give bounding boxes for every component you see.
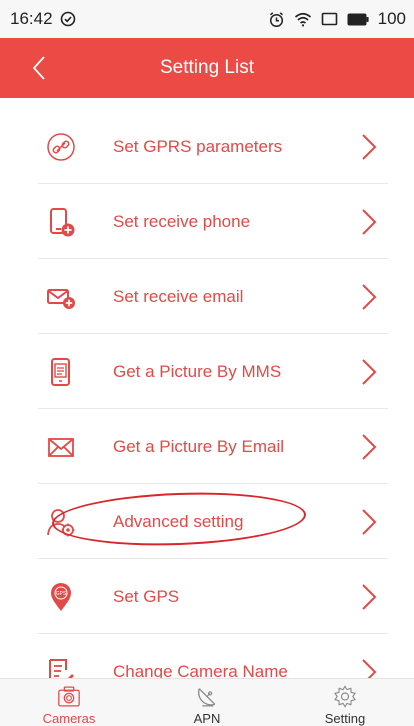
list-item-label: Get a Picture By MMS — [113, 361, 282, 381]
status-time: 16:42 — [10, 9, 53, 28]
status-left: 16:42 — [10, 9, 76, 29]
page-title: Setting List — [160, 57, 254, 78]
chevron-right-icon — [362, 583, 377, 610]
back-chevron-icon — [32, 56, 45, 80]
mms-phone-icon — [46, 357, 76, 387]
list-item-receive-email[interactable]: Set receive email — [0, 259, 414, 334]
user-gear-icon — [46, 507, 76, 537]
list-item-label: Set receive phone — [113, 211, 251, 231]
battery-level: 100 — [377, 9, 406, 28]
chevron-right-icon — [362, 358, 377, 385]
email-add-icon — [46, 282, 76, 312]
tab-label: Setting — [324, 711, 366, 726]
list-item-camera-name[interactable]: Change Camera Name — [0, 634, 414, 678]
link-icon — [46, 132, 76, 162]
status-right: 100 — [268, 9, 406, 29]
list-item-label: Advanced setting — [113, 511, 244, 531]
header-bar: Setting List — [0, 38, 414, 98]
chevron-right-icon — [362, 433, 377, 460]
bottom-tab-bar: Cameras APN Setting — [0, 678, 414, 726]
chevron-right-icon — [362, 508, 377, 535]
chevron-right-icon — [362, 283, 377, 310]
gps-pin-icon: GPS — [46, 582, 76, 612]
envelope-icon — [46, 432, 76, 462]
list-item-set-gps[interactable]: GPS Set GPS — [0, 559, 414, 634]
alarm-icon — [268, 11, 285, 28]
satellite-dish-icon — [198, 688, 216, 707]
edit-note-icon — [46, 657, 76, 678]
list-item-label: Get a Picture By Email — [113, 436, 285, 456]
gear-icon — [334, 685, 356, 708]
chevron-right-icon — [362, 658, 377, 678]
tab-label: APN — [193, 711, 221, 726]
list-item-label: Set GPRS parameters — [113, 136, 283, 156]
settings-list: Set GPRS parameters Set receive phone Se… — [0, 98, 414, 678]
list-item-label: Change Camera Name — [113, 661, 288, 679]
tab-label: Cameras — [42, 711, 96, 726]
list-item-set-gprs[interactable]: Set GPRS parameters — [0, 109, 414, 184]
tab-cameras[interactable]: Cameras — [0, 679, 138, 726]
list-item-advanced-setting[interactable]: Advanced setting — [0, 484, 414, 559]
chevron-right-icon — [362, 133, 377, 160]
tab-setting[interactable]: Setting — [276, 679, 414, 726]
check-circle-icon — [60, 11, 76, 27]
camera-icon — [58, 686, 80, 707]
list-item-picture-mms[interactable]: Get a Picture By MMS — [0, 334, 414, 409]
chevron-right-icon — [362, 208, 377, 235]
wifi-icon — [294, 11, 312, 27]
list-item-receive-phone[interactable]: Set receive phone — [0, 184, 414, 259]
back-button[interactable] — [26, 52, 56, 84]
list-item-picture-email[interactable]: Get a Picture By Email — [0, 409, 414, 484]
status-bar: 16:42 100 — [0, 0, 414, 38]
phone-add-icon — [46, 207, 76, 237]
svg-text:GPS: GPS — [56, 591, 67, 597]
battery-icon — [347, 13, 369, 26]
list-item-label: Set GPS — [113, 586, 180, 606]
screen-icon — [321, 12, 338, 26]
tab-apn[interactable]: APN — [138, 679, 276, 726]
list-item-label: Set receive email — [113, 286, 244, 306]
